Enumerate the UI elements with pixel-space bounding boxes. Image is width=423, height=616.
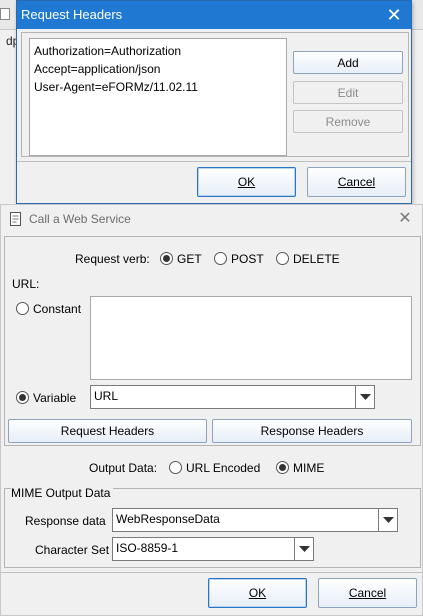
divider [1, 572, 422, 573]
delete-radio[interactable] [276, 252, 289, 265]
response-data-select[interactable]: WebResponseData [112, 508, 398, 532]
chevron-down-icon[interactable] [355, 386, 374, 408]
dialog-title-bar[interactable]: Call a Web Service ✕ [1, 205, 422, 233]
get-label[interactable]: GET [177, 252, 202, 266]
response-data-label: Response data [25, 514, 106, 528]
variable-select-value: URL [94, 389, 119, 403]
list-item[interactable]: Accept=application/json [34, 60, 282, 78]
output-data-label: Output Data: [89, 461, 158, 475]
ok-button[interactable]: OK [197, 167, 296, 197]
character-set-select[interactable]: ISO-8859-1 [112, 537, 314, 561]
cancel-button-label: Cancel [337, 175, 376, 189]
dialog-title-bar[interactable]: Request Headers ✕ [17, 1, 411, 29]
background-checkbox[interactable] [0, 8, 10, 20]
edit-button[interactable]: Edit [293, 81, 403, 104]
chevron-down-icon[interactable] [378, 509, 397, 531]
variable-label[interactable]: Variable [33, 391, 76, 405]
constant-label[interactable]: Constant [33, 302, 81, 316]
response-headers-button[interactable]: Response Headers [212, 419, 412, 443]
dialog-title: Call a Web Service [29, 212, 131, 226]
response-data-value: WebResponseData [116, 512, 220, 526]
post-radio[interactable] [214, 252, 227, 265]
ok-button-label: OK [248, 586, 267, 600]
headers-panel: Authorization=Authorization Accept=appli… [21, 32, 409, 157]
close-icon[interactable]: ✕ [383, 4, 405, 26]
headers-list[interactable]: Authorization=Authorization Accept=appli… [29, 38, 287, 156]
document-icon [10, 212, 21, 226]
mime-radio[interactable] [276, 461, 289, 474]
cancel-button-label: Cancel [348, 586, 387, 600]
mime-group-label: MIME Output Data [11, 486, 114, 500]
get-radio[interactable] [160, 252, 173, 265]
remove-button[interactable]: Remove [293, 110, 403, 133]
add-button[interactable]: Add [293, 51, 403, 74]
cancel-button[interactable]: Cancel [307, 167, 406, 197]
ok-button-label: OK [237, 175, 256, 189]
constant-radio[interactable] [16, 302, 29, 315]
dialog-body: Authorization=Authorization Accept=appli… [17, 29, 411, 203]
ok-button[interactable]: OK [208, 578, 307, 608]
character-set-value: ISO-8859-1 [116, 541, 179, 555]
request-headers-button[interactable]: Request Headers [8, 419, 207, 443]
mime-label[interactable]: MIME [293, 461, 324, 475]
post-label[interactable]: POST [231, 252, 264, 266]
request-panel: Request verb: GET POST DELETE URL: Const… [4, 236, 421, 446]
web-service-dialog: Call a Web Service ✕ Request verb: GET P… [0, 204, 423, 616]
url-encoded-label[interactable]: URL Encoded [186, 461, 260, 475]
dialog-title: Request Headers [21, 7, 123, 22]
url-encoded-radio[interactable] [169, 461, 182, 474]
character-set-label: Character Set [35, 543, 110, 557]
divider [17, 161, 411, 162]
list-item[interactable]: User-Agent=eFORMz/11.02.11 [34, 78, 282, 96]
chevron-down-icon[interactable] [294, 538, 313, 560]
list-item[interactable]: Authorization=Authorization [34, 42, 282, 60]
constant-url-textarea[interactable] [90, 296, 412, 380]
request-headers-dialog: Request Headers ✕ Authorization=Authoriz… [16, 0, 412, 204]
cancel-button[interactable]: Cancel [318, 578, 417, 608]
close-icon[interactable]: ✕ [394, 208, 416, 230]
request-verb-label: Request verb: [75, 252, 150, 266]
variable-select[interactable]: URL [90, 385, 375, 409]
url-label: URL: [12, 277, 40, 291]
delete-label[interactable]: DELETE [293, 252, 340, 266]
mime-output-group: Response data WebResponseData Character … [4, 488, 421, 568]
variable-radio[interactable] [16, 391, 29, 404]
